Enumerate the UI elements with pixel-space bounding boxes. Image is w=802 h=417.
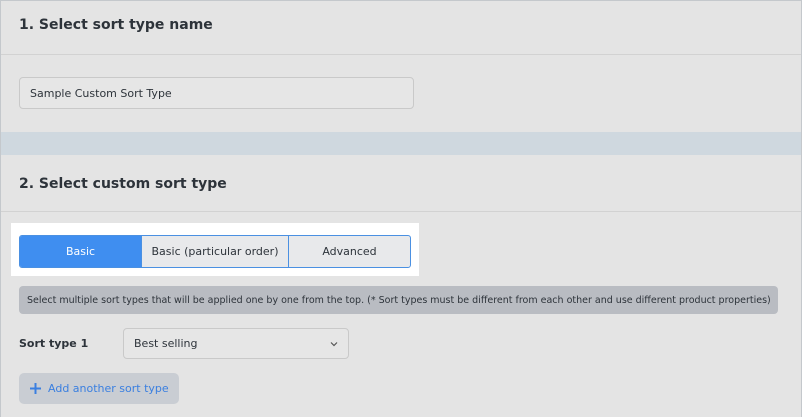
chevron-down-icon xyxy=(330,342,338,347)
sort-type-1-label: Sort type 1 xyxy=(19,337,89,350)
tab-basic[interactable]: Basic xyxy=(20,236,142,267)
add-sort-type-label: Add another sort type xyxy=(48,382,169,395)
info-note: Select multiple sort types that will be … xyxy=(19,286,778,314)
tab-basic-particular-order[interactable]: Basic (particular order) xyxy=(142,236,289,267)
section-sort-type-name: 1. Select sort type name xyxy=(1,1,801,132)
add-sort-type-button[interactable]: Add another sort type xyxy=(19,373,179,404)
section1-title: 1. Select sort type name xyxy=(19,17,213,33)
page-frame: 1. Select sort type name 2. Select custo… xyxy=(0,0,802,417)
section2-divider xyxy=(1,211,801,212)
sort-type-name-input[interactable] xyxy=(19,77,414,109)
sort-type-1-value: Best selling xyxy=(134,337,198,350)
sort-type-1-select[interactable]: Best selling xyxy=(123,328,349,359)
section1-divider xyxy=(1,54,801,55)
tab-advanced[interactable]: Advanced xyxy=(289,236,410,267)
sort-mode-tabs: Basic Basic (particular order) Advanced xyxy=(19,235,411,268)
plus-icon xyxy=(30,383,41,394)
section2-title: 2. Select custom sort type xyxy=(19,176,227,192)
